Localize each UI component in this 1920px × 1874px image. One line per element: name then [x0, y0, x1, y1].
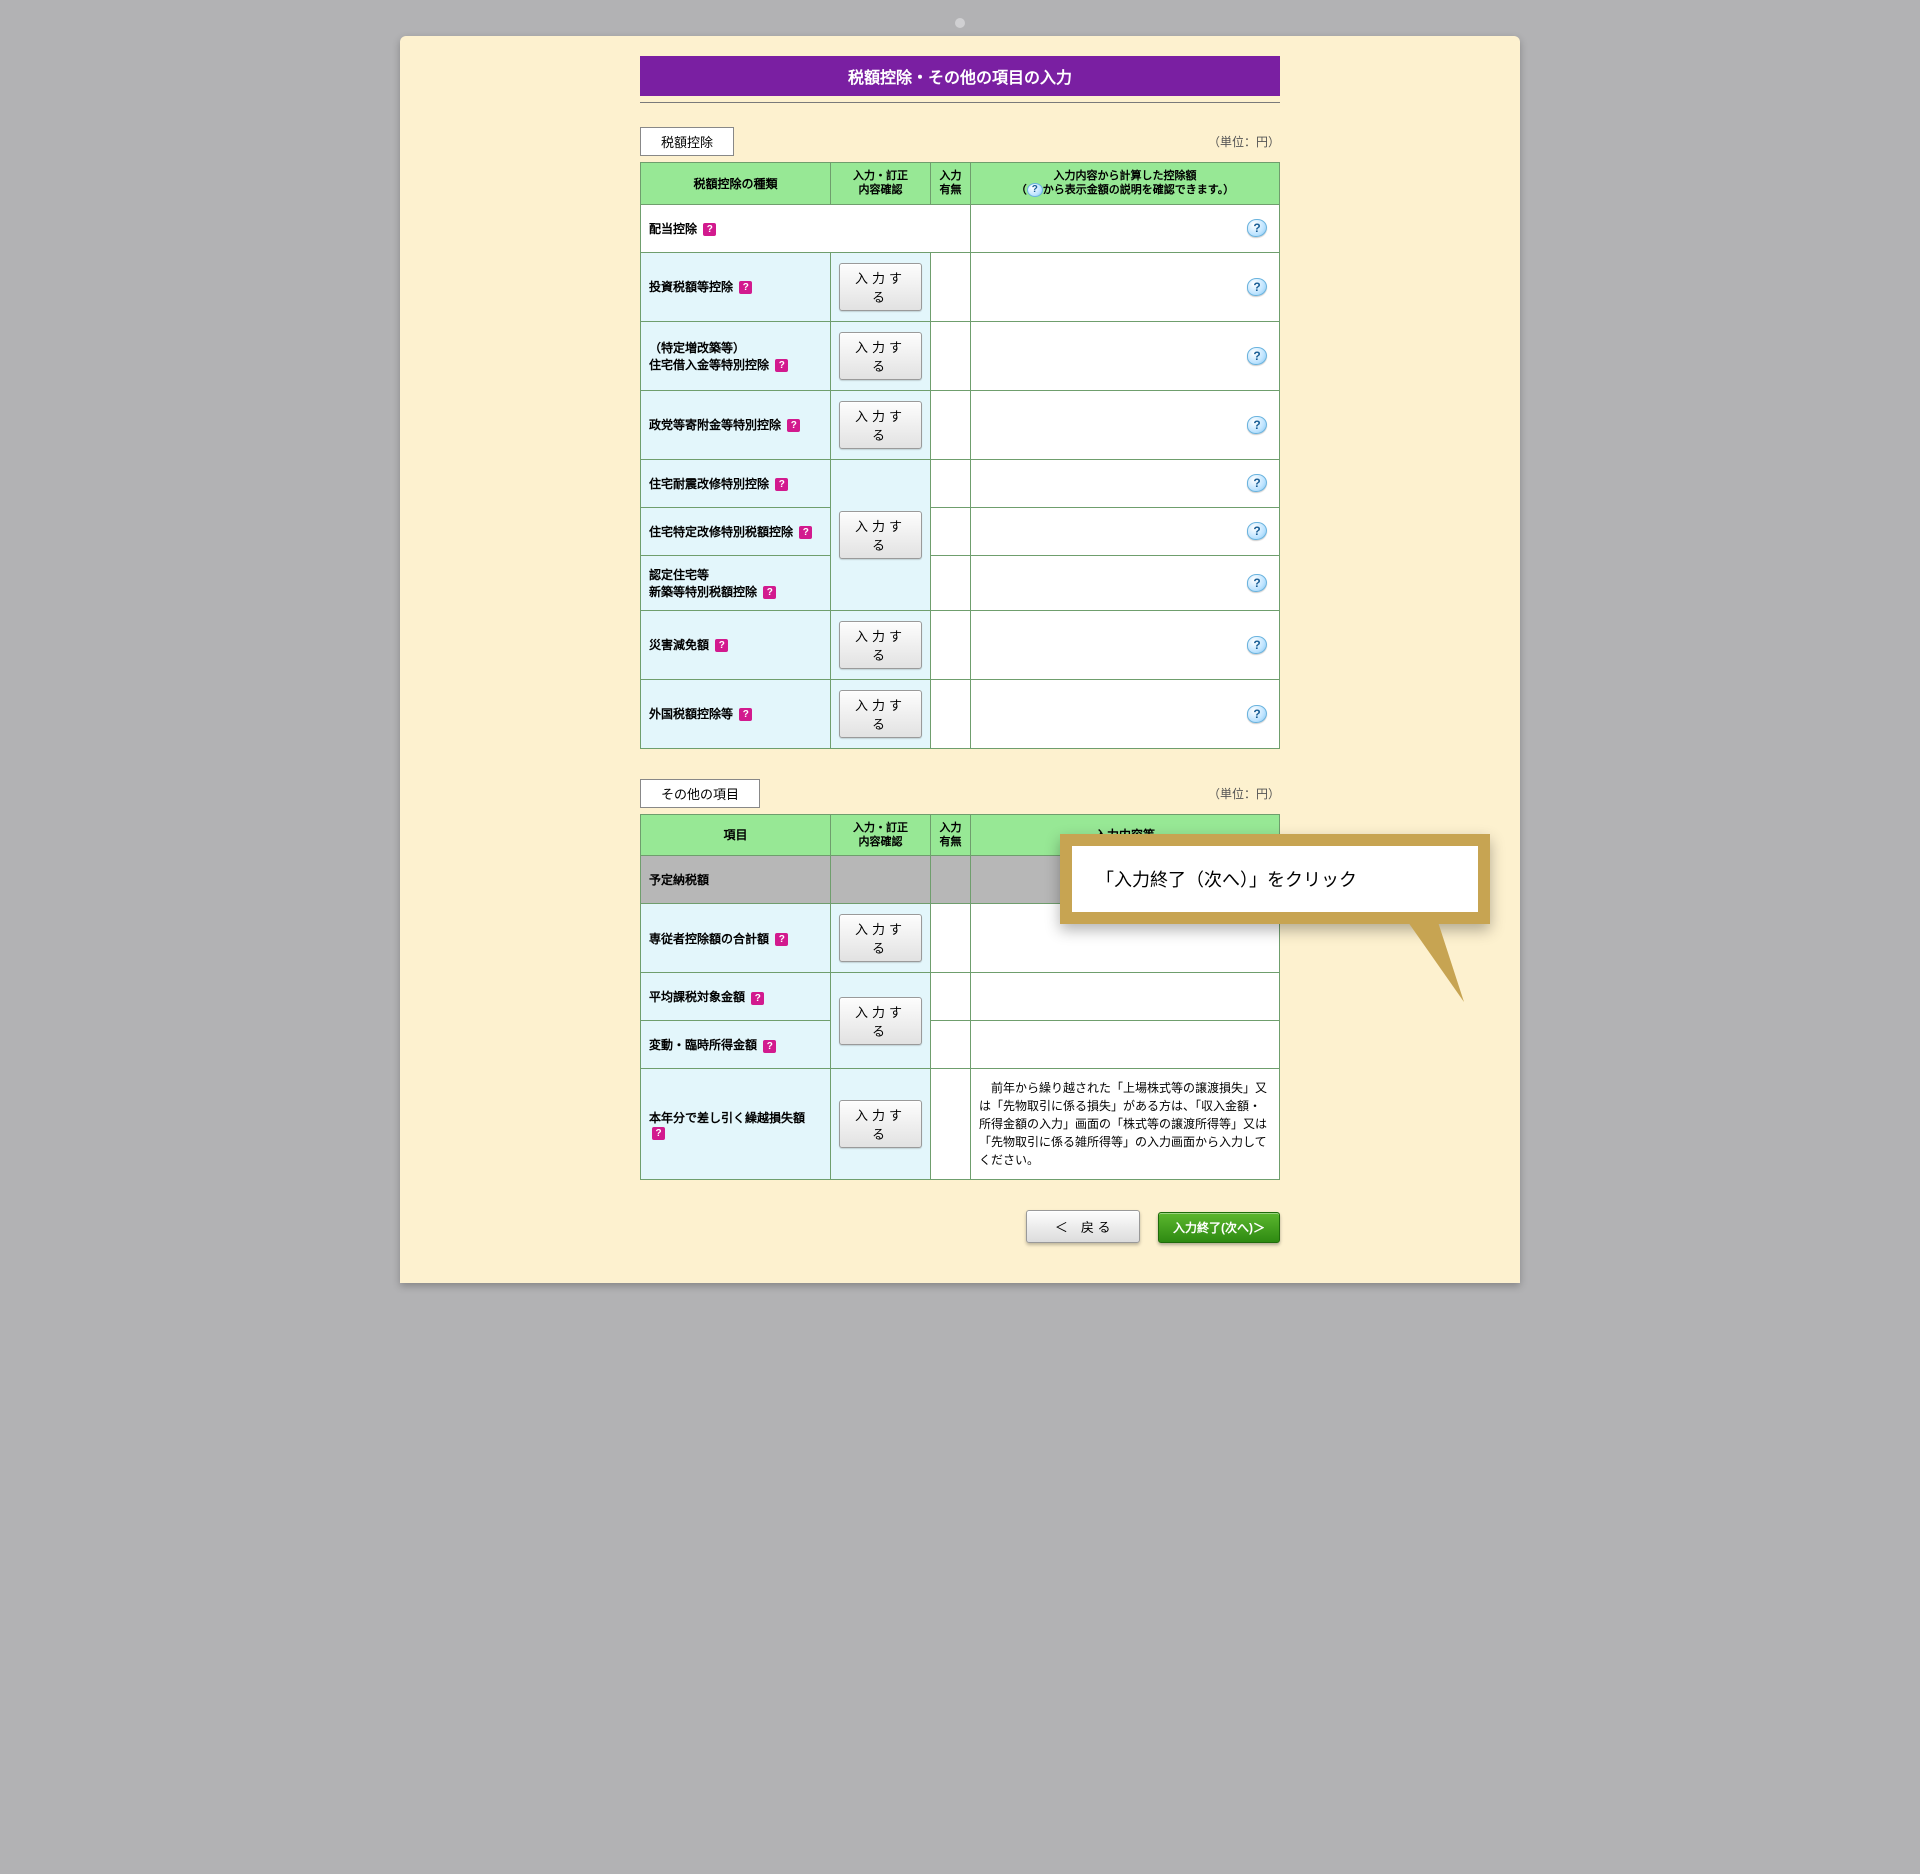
status-quake	[931, 459, 971, 507]
input-button-housing-group[interactable]: 入力する	[839, 511, 922, 559]
input-button-dependent[interactable]: 入力する	[839, 914, 922, 962]
th-item: 項目	[641, 814, 831, 856]
row-disaster: 災害減免額 ?	[641, 610, 831, 679]
row-housing-loan: （特定増改築等） 住宅借入金等特別控除 ?	[641, 321, 831, 390]
status-disaster	[931, 610, 971, 679]
cell-disabled	[831, 856, 931, 904]
row-carryforward: 本年分で差し引く繰越損失額 ?	[641, 1069, 831, 1180]
calc-certified: ?	[971, 555, 1280, 610]
cell-disabled	[931, 856, 971, 904]
content-fluctuation	[971, 1021, 1280, 1069]
help-icon[interactable]: ?	[703, 223, 716, 236]
th-status2: 入力 有無	[931, 814, 971, 856]
calc-foreign: ?	[971, 679, 1280, 748]
row-dependent-total: 専従者控除額の合計額 ?	[641, 904, 831, 973]
tab-indicator	[955, 18, 965, 28]
info-icon[interactable]: ?	[1247, 219, 1267, 237]
status-party	[931, 390, 971, 459]
help-icon[interactable]: ?	[763, 586, 776, 599]
th-calc: 入力内容から計算した控除額 （?から表示金額の説明を確認できます。）	[971, 163, 1280, 205]
status-carryforward	[931, 1069, 971, 1180]
info-icon[interactable]: ?	[1247, 522, 1267, 540]
input-button-party[interactable]: 入力する	[839, 401, 922, 449]
calc-specific: ?	[971, 507, 1280, 555]
unit-label-2: （単位：円）	[1208, 785, 1280, 802]
page-title: 税額控除・その他の項目の入力	[640, 56, 1280, 96]
input-button-invest[interactable]: 入力する	[839, 263, 922, 311]
info-icon[interactable]: ?	[1247, 705, 1267, 723]
info-icon[interactable]: ?	[1247, 416, 1267, 434]
input-button-carryforward[interactable]: 入力する	[839, 1100, 922, 1148]
unit-label-1: （単位：円）	[1208, 133, 1280, 150]
help-icon[interactable]: ?	[751, 992, 764, 1005]
content-average	[971, 973, 1280, 1021]
footer-buttons: ＜ 戻 る 入力終了(次へ)＞	[640, 1210, 1280, 1243]
tax-credit-table: 税額控除の種類 入力・訂正 内容確認 入力 有無 入力内容から計算した控除額 （…	[640, 162, 1280, 749]
back-button[interactable]: ＜ 戻 る	[1026, 1210, 1140, 1243]
info-icon[interactable]: ?	[1247, 347, 1267, 365]
help-icon[interactable]: ?	[775, 933, 788, 946]
status-housing	[931, 321, 971, 390]
row-fluctuation: 変動・臨時所得金額 ?	[641, 1021, 831, 1069]
help-icon[interactable]: ?	[775, 478, 788, 491]
help-icon[interactable]: ?	[739, 281, 752, 294]
callout-text: 「入力終了（次へ）」をクリック	[1072, 846, 1478, 912]
row-average: 平均課税対象金額 ?	[641, 973, 831, 1021]
row-quake: 住宅耐震改修特別控除 ?	[641, 459, 831, 507]
status-certified	[931, 555, 971, 610]
help-icon[interactable]: ?	[799, 526, 812, 539]
status-foreign	[931, 679, 971, 748]
status-average	[931, 973, 971, 1021]
note-carryforward: 前年から繰り越された「上場株式等の譲渡損失」又は「先物取引に係る損失」がある方は…	[971, 1069, 1280, 1180]
row-party: 政党等寄附金等特別控除 ?	[641, 390, 831, 459]
row-foreign: 外国税額控除等 ?	[641, 679, 831, 748]
row-certified: 認定住宅等 新築等特別税額控除 ?	[641, 555, 831, 610]
row-specific: 住宅特定改修特別税額控除 ?	[641, 507, 831, 555]
row-invest: 投資税額等控除 ?	[641, 252, 831, 321]
calc-disaster: ?	[971, 610, 1280, 679]
instruction-callout: 「入力終了（次へ）」をクリック	[1060, 834, 1490, 924]
page-body: 税額控除・その他の項目の入力 税額控除 （単位：円） 税額控除の種類 入力・訂正…	[400, 36, 1520, 1283]
status-dependent	[931, 904, 971, 973]
row-dividend: 配当控除 ?	[641, 204, 971, 252]
section1-label: 税額控除	[640, 127, 734, 156]
calc-housing: ?	[971, 321, 1280, 390]
calc-dividend: ?	[971, 204, 1280, 252]
th-type: 税額控除の種類	[641, 163, 831, 205]
calc-invest: ?	[971, 252, 1280, 321]
help-icon[interactable]: ?	[787, 419, 800, 432]
input-button-disaster[interactable]: 入力する	[839, 621, 922, 669]
input-button-avg-group[interactable]: 入力する	[839, 997, 922, 1045]
th-input-confirm2: 入力・訂正 内容確認	[831, 814, 931, 856]
help-icon[interactable]: ?	[763, 1040, 776, 1053]
tab-bar	[400, 10, 1520, 36]
th-status: 入力 有無	[931, 163, 971, 205]
status-invest	[931, 252, 971, 321]
input-button-housing[interactable]: 入力する	[839, 332, 922, 380]
info-icon[interactable]: ?	[1247, 636, 1267, 654]
next-button[interactable]: 入力終了(次へ)＞	[1158, 1212, 1280, 1243]
callout-tail	[1408, 922, 1464, 1002]
help-icon[interactable]: ?	[652, 1127, 665, 1140]
help-icon[interactable]: ?	[775, 359, 788, 372]
calc-party: ?	[971, 390, 1280, 459]
help-icon[interactable]: ?	[1027, 183, 1043, 197]
status-specific	[931, 507, 971, 555]
th-input-confirm: 入力・訂正 内容確認	[831, 163, 931, 205]
info-icon[interactable]: ?	[1247, 574, 1267, 592]
section2-label: その他の項目	[640, 779, 760, 808]
section-tax-credit: 税額控除 （単位：円） 税額控除の種類 入力・訂正 内容確認 入力 有無	[640, 127, 1280, 749]
title-divider	[640, 102, 1280, 103]
input-button-foreign[interactable]: 入力する	[839, 690, 922, 738]
info-icon[interactable]: ?	[1247, 474, 1267, 492]
status-fluctuation	[931, 1021, 971, 1069]
help-icon[interactable]: ?	[739, 708, 752, 721]
browser-chrome: 税額控除・その他の項目の入力 税額控除 （単位：円） 税額控除の種類 入力・訂正…	[400, 0, 1520, 1283]
calc-quake: ?	[971, 459, 1280, 507]
help-icon[interactable]: ?	[715, 639, 728, 652]
row-scheduled-tax: 予定納税額	[641, 856, 831, 904]
info-icon[interactable]: ?	[1247, 278, 1267, 296]
